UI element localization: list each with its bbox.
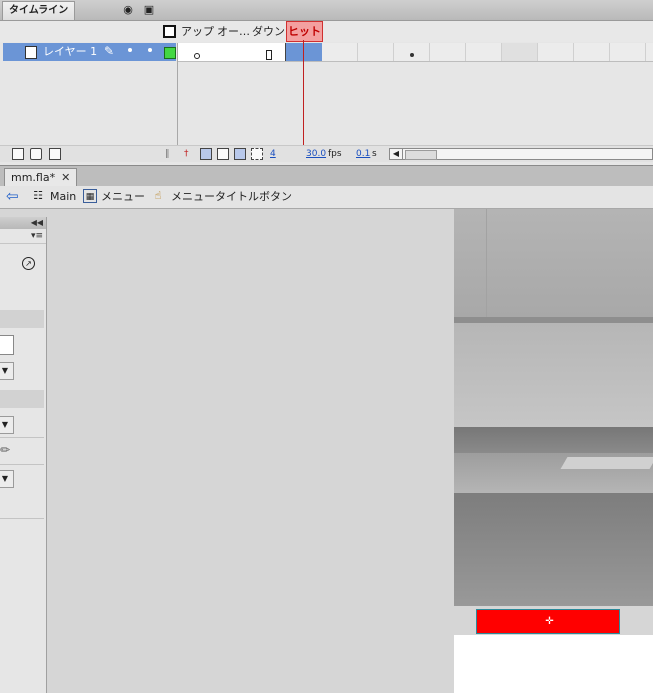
- help-link-icon[interactable]: ↗: [22, 257, 35, 270]
- photo-sky-lower: [454, 323, 653, 429]
- dropdown-button[interactable]: ▼: [0, 362, 14, 380]
- modify-markers-icon[interactable]: [251, 148, 263, 160]
- button-symbol-icon: ☝: [154, 189, 162, 202]
- center-frame-icon[interactable]: †: [184, 147, 189, 161]
- divider: [0, 518, 44, 519]
- photo-grass: [454, 493, 653, 606]
- frame-cell[interactable]: [358, 43, 394, 61]
- document-tab-bar: mm.fla* ✕: [0, 165, 653, 187]
- current-frame[interactable]: 4: [270, 147, 276, 161]
- frame-cell[interactable]: [394, 43, 430, 61]
- close-icon[interactable]: ✕: [61, 171, 70, 184]
- frame-cell[interactable]: [574, 43, 610, 61]
- breadcrumb-menu[interactable]: メニュー: [101, 189, 145, 205]
- edit-bar: ⇦ ☷ Main ▦ メニュー ☝ メニュータイトルボタン: [0, 186, 653, 209]
- collapse-icon[interactable]: ◀◀: [31, 217, 43, 229]
- section-header[interactable]: [0, 390, 44, 408]
- landscape-photo[interactable]: [454, 209, 653, 606]
- timeline-status-bar: ‖ † 4 30.0 fps 0.1 s ◀: [0, 145, 653, 162]
- layer-frame-divider: [177, 43, 178, 145]
- photo-river: [560, 457, 653, 469]
- onion-skin-icon[interactable]: [200, 148, 212, 160]
- scroll-thumb[interactable]: [405, 150, 437, 160]
- frame-cell[interactable]: [430, 43, 466, 61]
- photo-sky-upper: [454, 209, 653, 319]
- frame-cell[interactable]: [466, 43, 502, 61]
- section-header[interactable]: [0, 310, 44, 328]
- frame-label-over: オー…: [217, 25, 250, 38]
- layer-row[interactable]: レイヤー 1 ✎: [3, 43, 176, 61]
- divider: [0, 437, 44, 438]
- timeline-header: [0, 21, 653, 42]
- properties-panel: ◀◀ ▾≡ ↗ ▼ ▼ ✏ ▼: [0, 217, 47, 693]
- layer-name[interactable]: レイヤー 1: [43, 45, 97, 59]
- new-layer-icon[interactable]: [12, 148, 24, 160]
- stage-white-area[interactable]: [454, 635, 653, 693]
- breadcrumb-main[interactable]: Main: [50, 189, 76, 205]
- dropdown-button[interactable]: ▼: [0, 470, 14, 488]
- lock-dot[interactable]: [148, 48, 152, 52]
- frame-rate[interactable]: 30.0: [306, 147, 326, 161]
- elapsed-time-unit: s: [372, 149, 377, 159]
- onion-skin-outline-icon[interactable]: [217, 148, 229, 160]
- timeline-tab-bar: タイムライン: [0, 0, 653, 21]
- trash-icon[interactable]: [49, 148, 61, 160]
- lock-icon[interactable]: ▣: [143, 4, 155, 16]
- dropdown-button[interactable]: ▼: [0, 416, 14, 434]
- timeline-tab[interactable]: タイムライン: [2, 1, 76, 20]
- layer-outline-color[interactable]: [164, 47, 176, 59]
- playhead[interactable]: [303, 40, 304, 145]
- timeline-scrollbar[interactable]: ◀: [389, 148, 653, 160]
- outline-toggle-icon[interactable]: [163, 25, 176, 38]
- edit-multiple-frames-icon[interactable]: [234, 148, 246, 160]
- photo-treeline: [454, 427, 653, 453]
- frame-cell[interactable]: [610, 43, 646, 61]
- document-tab[interactable]: mm.fla* ✕: [4, 168, 78, 187]
- frame-cell[interactable]: [322, 43, 358, 61]
- frame-cell[interactable]: [502, 43, 538, 61]
- frame-label-down: ダウン: [252, 25, 285, 38]
- frame-cell[interactable]: [538, 43, 574, 61]
- visibility-dot[interactable]: [128, 48, 132, 52]
- registration-point-icon: ✛: [545, 616, 554, 627]
- filled-frames[interactable]: [178, 43, 286, 61]
- pencil-icon: ✎: [104, 44, 115, 58]
- empty-keyframe-marker[interactable]: [194, 53, 200, 59]
- frame-label-up: アップ: [181, 25, 214, 38]
- layer-icon: [25, 46, 37, 59]
- divider: [0, 464, 44, 465]
- timeline-panel: タイムライン ◉ ▣ アップ オー… ダウン ヒット レイヤー 1 ✎ ‖ † …: [0, 0, 653, 165]
- scene-clapper-icon: ☷: [33, 189, 43, 202]
- properties-panel-header: ◀◀: [0, 217, 46, 229]
- panel-menu-icon[interactable]: ▾≡: [31, 231, 43, 241]
- scroll-left-icon[interactable]: ◀: [390, 149, 403, 159]
- frame-rate-unit: fps: [328, 149, 342, 159]
- divider: [0, 243, 46, 244]
- eyedropper-icon[interactable]: ✏: [0, 443, 10, 457]
- frame-span-end-marker[interactable]: [266, 50, 272, 60]
- breadcrumb-menu-title-button[interactable]: メニュータイトルボタン: [171, 189, 292, 205]
- back-arrow-icon[interactable]: ⇦: [6, 188, 19, 204]
- elapsed-time[interactable]: 0.1: [356, 147, 370, 161]
- instance-name-field[interactable]: [0, 335, 14, 355]
- document-tab-label: mm.fla*: [11, 171, 56, 184]
- movieclip-symbol-icon: ▦: [83, 189, 97, 203]
- frame-label-hit[interactable]: ヒット: [286, 21, 323, 42]
- new-folder-icon[interactable]: [30, 148, 42, 160]
- eye-icon[interactable]: ◉: [122, 4, 134, 16]
- panel-grip-icon[interactable]: ‖: [165, 147, 170, 161]
- selected-frame[interactable]: [286, 43, 414, 61]
- frame-grid[interactable]: [178, 43, 653, 62]
